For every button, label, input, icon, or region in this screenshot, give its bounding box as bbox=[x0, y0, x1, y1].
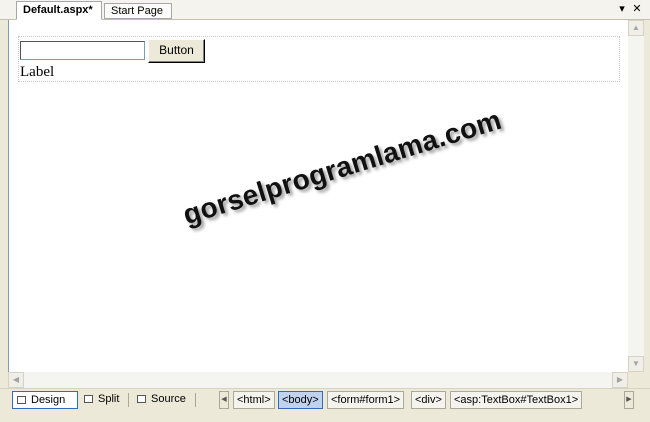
scroll-up-icon[interactable]: ▲ bbox=[628, 20, 644, 36]
tab-list-dropdown-icon[interactable]: ▾ bbox=[615, 1, 629, 17]
document-tab-strip: Default.aspx* Start Page ▾ ✕ bbox=[0, 0, 650, 20]
source-view-button[interactable]: Source bbox=[133, 391, 191, 409]
breadcrumb-left-icon[interactable]: ◀ bbox=[219, 391, 229, 409]
breadcrumb-html[interactable]: <html> bbox=[233, 391, 275, 409]
view-mode-bar: Design Split Source ◀ <html> <body> <for… bbox=[0, 388, 650, 422]
scroll-down-icon[interactable]: ▼ bbox=[628, 356, 644, 372]
split-view-button[interactable]: Split bbox=[80, 391, 126, 409]
breadcrumb-div[interactable]: <div> bbox=[411, 391, 446, 409]
view-separator bbox=[195, 393, 196, 407]
source-view-label: Source bbox=[151, 393, 186, 405]
split-view-label: Split bbox=[98, 393, 120, 405]
scroll-right-icon[interactable]: ▶ bbox=[612, 372, 628, 388]
scroll-left-icon[interactable]: ◀ bbox=[8, 372, 24, 388]
breadcrumb-form[interactable]: <form#form1> bbox=[327, 391, 405, 409]
horizontal-scrollbar[interactable]: ◀ ▶ bbox=[8, 372, 628, 388]
breadcrumb-textbox[interactable]: <asp:TextBox#TextBox1> bbox=[450, 391, 583, 409]
design-view-button[interactable]: Design bbox=[12, 391, 78, 409]
button1[interactable]: Button bbox=[148, 39, 205, 63]
scrollbar-corner bbox=[628, 372, 644, 388]
design-view-label: Design bbox=[31, 394, 66, 406]
design-surface[interactable]: Button Label gorselprogramlama.com bbox=[8, 20, 629, 372]
source-view-icon bbox=[137, 395, 146, 403]
textbox1-input[interactable] bbox=[20, 41, 145, 60]
label1[interactable]: Label bbox=[20, 64, 54, 81]
split-view-icon bbox=[84, 395, 93, 403]
tab-start-page[interactable]: Start Page bbox=[104, 3, 172, 19]
breadcrumb-right-icon[interactable]: ▶ bbox=[624, 391, 634, 409]
watermark-text: gorselprogramlama.com bbox=[179, 103, 505, 231]
close-document-icon[interactable]: ✕ bbox=[630, 1, 644, 17]
form-div-container[interactable]: Button Label bbox=[18, 36, 620, 82]
breadcrumb-body[interactable]: <body> bbox=[278, 391, 323, 409]
vertical-scrollbar[interactable]: ▲ ▼ bbox=[628, 20, 644, 372]
view-separator bbox=[128, 393, 129, 407]
design-view-icon bbox=[17, 396, 26, 404]
tab-default-aspx[interactable]: Default.aspx* bbox=[16, 1, 102, 20]
